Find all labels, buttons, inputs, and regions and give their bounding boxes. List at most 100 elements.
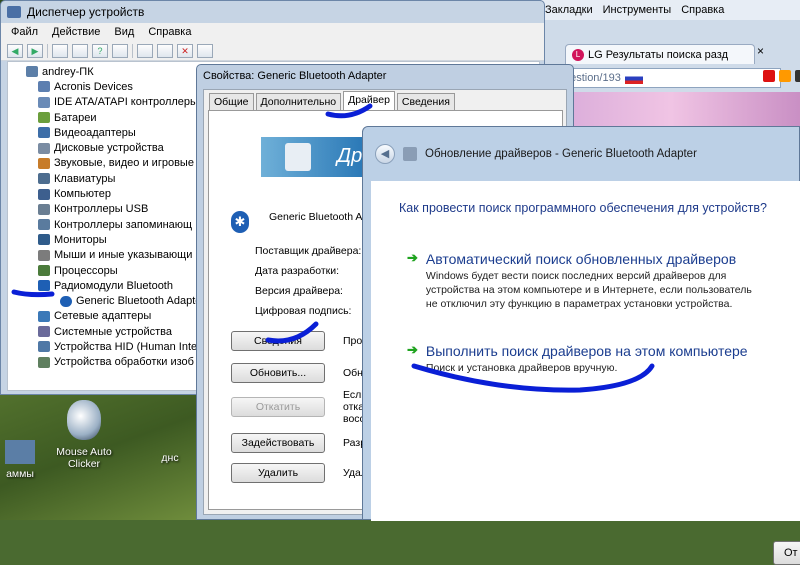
help-icon[interactable]: ? xyxy=(92,43,108,58)
tree-category-label: Системные устройства xyxy=(54,325,173,338)
tree-category-label: Звуковые, видео и игровые у xyxy=(54,157,203,170)
properties-icon[interactable] xyxy=(72,43,88,58)
device-category-icon xyxy=(38,249,50,261)
device-category-icon xyxy=(38,81,50,93)
toolbar: ◀ ▶ ? ✕ xyxy=(1,41,544,61)
update-body: Как провести поиск программного обеспече… xyxy=(371,181,800,565)
tab-strip: Общие Дополнительно Драйвер Сведения xyxy=(204,90,566,110)
device-category-icon xyxy=(38,112,50,124)
disable-icon[interactable]: ✕ xyxy=(177,43,193,58)
update-driver-dialog: ◀ Обновление драйверов - Generic Bluetoo… xyxy=(362,126,800,565)
update-driver-button[interactable]: Обновить... xyxy=(231,363,325,383)
desktop-icon-programs[interactable]: аммы xyxy=(0,440,40,480)
tab-driver[interactable]: Драйвер xyxy=(343,91,395,110)
browser-menubar: Закладки Инструменты Справка xyxy=(541,0,800,20)
desktop-icon-dns[interactable]: днс xyxy=(150,452,190,464)
window-title: Диспетчер устройств xyxy=(27,5,145,19)
device-category-icon xyxy=(38,173,50,185)
device-category-icon xyxy=(38,341,50,353)
green-arrow-icon: ➔ xyxy=(407,250,418,265)
field-provider-label: Поставщик драйвера: xyxy=(255,245,362,257)
toolbar-separator xyxy=(47,43,48,58)
tree-category-label: Дисковые устройства xyxy=(54,142,164,155)
tree-category-label: Процессоры xyxy=(54,264,118,277)
tree-category-label: Сетевые адаптеры xyxy=(54,310,152,323)
device-category-icon xyxy=(38,265,50,276)
option-manual-search[interactable]: ➔ Выполнить поиск драйверов на этом комп… xyxy=(407,343,756,375)
update-driver-icon[interactable] xyxy=(157,43,173,58)
uninstall-button[interactable]: Удалить xyxy=(231,463,325,483)
menu-help[interactable]: Справка xyxy=(148,26,191,38)
browser-tab[interactable]: L LG Результаты поиска разд xyxy=(565,44,755,64)
rollback-button[interactable]: Откатить xyxy=(231,397,325,417)
tab-details[interactable]: Сведения xyxy=(396,93,455,110)
device-category-icon xyxy=(38,157,50,169)
enable-button[interactable]: Задействовать xyxy=(231,433,325,453)
browser-tab-title: LG Результаты поиска разд xyxy=(588,48,728,61)
device-category-icon xyxy=(38,326,50,338)
back-icon[interactable]: ◀ xyxy=(7,43,23,58)
menu-bookmarks[interactable]: Закладки xyxy=(545,4,593,16)
tab-advanced[interactable]: Дополнительно xyxy=(255,93,342,110)
menubar: Файл Действие Вид Справка xyxy=(1,23,544,41)
desktop-icon-label: аммы xyxy=(6,468,34,480)
tree-category-label: Видеоадаптеры xyxy=(54,126,136,139)
device-category-icon xyxy=(38,96,50,108)
app-icon xyxy=(5,440,35,464)
tree-category-label: Мониторы xyxy=(54,233,107,246)
tab-general[interactable]: Общие xyxy=(209,93,254,110)
tree-category-label: Радиомодули Bluetooth xyxy=(54,279,173,292)
scan-hardware-icon[interactable] xyxy=(137,43,153,58)
uninstall-icon[interactable] xyxy=(197,43,213,58)
green-arrow-icon: ➔ xyxy=(407,342,418,357)
back-arrow-icon[interactable]: ◀ xyxy=(375,144,395,164)
menu-tools[interactable]: Инструменты xyxy=(603,4,672,16)
view-icon[interactable] xyxy=(52,43,68,58)
option-auto-heading: Автоматический поиск обновленных драйвер… xyxy=(425,251,737,267)
tree-category-label: Контроллеры запоминающ xyxy=(54,218,193,231)
device-category-icon xyxy=(38,203,50,215)
bluetooth-icon: ✱ xyxy=(231,211,249,233)
mouse-icon xyxy=(67,400,101,440)
device-category-icon xyxy=(38,188,50,200)
tree-category-label: Контроллеры USB xyxy=(54,203,149,216)
details-button[interactable]: Сведения xyxy=(231,331,325,351)
device-category-icon xyxy=(38,234,50,246)
tree-root-label: andrey-ПК xyxy=(42,65,94,78)
device-manager-icon xyxy=(7,6,21,18)
option-manual-description: Поиск и установка драйверов вручную. xyxy=(425,362,618,374)
desktop-icon-mouse-auto-clicker[interactable]: Mouse Auto Clicker xyxy=(52,400,116,470)
view2-icon[interactable] xyxy=(112,43,128,58)
field-version-label: Версия драйвера: xyxy=(255,285,343,297)
tree-category-label: IDE ATA/ATAPI контроллеры xyxy=(54,96,198,109)
properties-title: Свойства: Generic Bluetooth Adapter xyxy=(203,70,387,82)
cancel-button[interactable]: От xyxy=(773,541,800,565)
tree-category-label: Компьютер xyxy=(54,188,111,201)
menu-action[interactable]: Действие xyxy=(52,26,100,38)
extension-icon[interactable] xyxy=(779,70,791,82)
browser-toolbar-icons xyxy=(763,70,800,82)
extension2-icon[interactable] xyxy=(795,70,800,82)
device-manager-titlebar: Диспетчер устройств xyxy=(1,1,544,23)
device-category-icon xyxy=(38,310,50,322)
forward-icon[interactable]: ▶ xyxy=(27,43,43,58)
menu-file[interactable]: Файл xyxy=(11,26,38,38)
menu-view[interactable]: Вид xyxy=(114,26,134,38)
device-category-icon xyxy=(38,219,50,231)
device-category-icon xyxy=(38,356,50,368)
driver-gear-icon xyxy=(285,143,311,171)
toolbar-separator xyxy=(132,43,133,58)
tab-close-icon[interactable]: × xyxy=(757,44,764,58)
gmail-icon[interactable] xyxy=(763,70,775,82)
computer-icon xyxy=(26,66,38,78)
properties-titlebar: Свойства: Generic Bluetooth Adapter xyxy=(197,65,573,87)
update-titlebar: ◀ Обновление драйверов - Generic Bluetoo… xyxy=(363,127,799,181)
tree-item-label: Generic Bluetooth Adapter xyxy=(76,295,206,308)
address-bar[interactable]: ru/question/193 xyxy=(541,68,781,88)
option-auto-search[interactable]: ➔ Автоматический поиск обновленных драйв… xyxy=(407,251,756,311)
desktop-icon-label: днс xyxy=(161,452,179,464)
device-category-icon xyxy=(38,127,50,139)
option-manual-heading: Выполнить поиск драйверов на этом компью… xyxy=(425,343,748,359)
menu-help[interactable]: Справка xyxy=(681,4,724,16)
field-signature-label: Цифровая подпись: xyxy=(255,305,352,317)
